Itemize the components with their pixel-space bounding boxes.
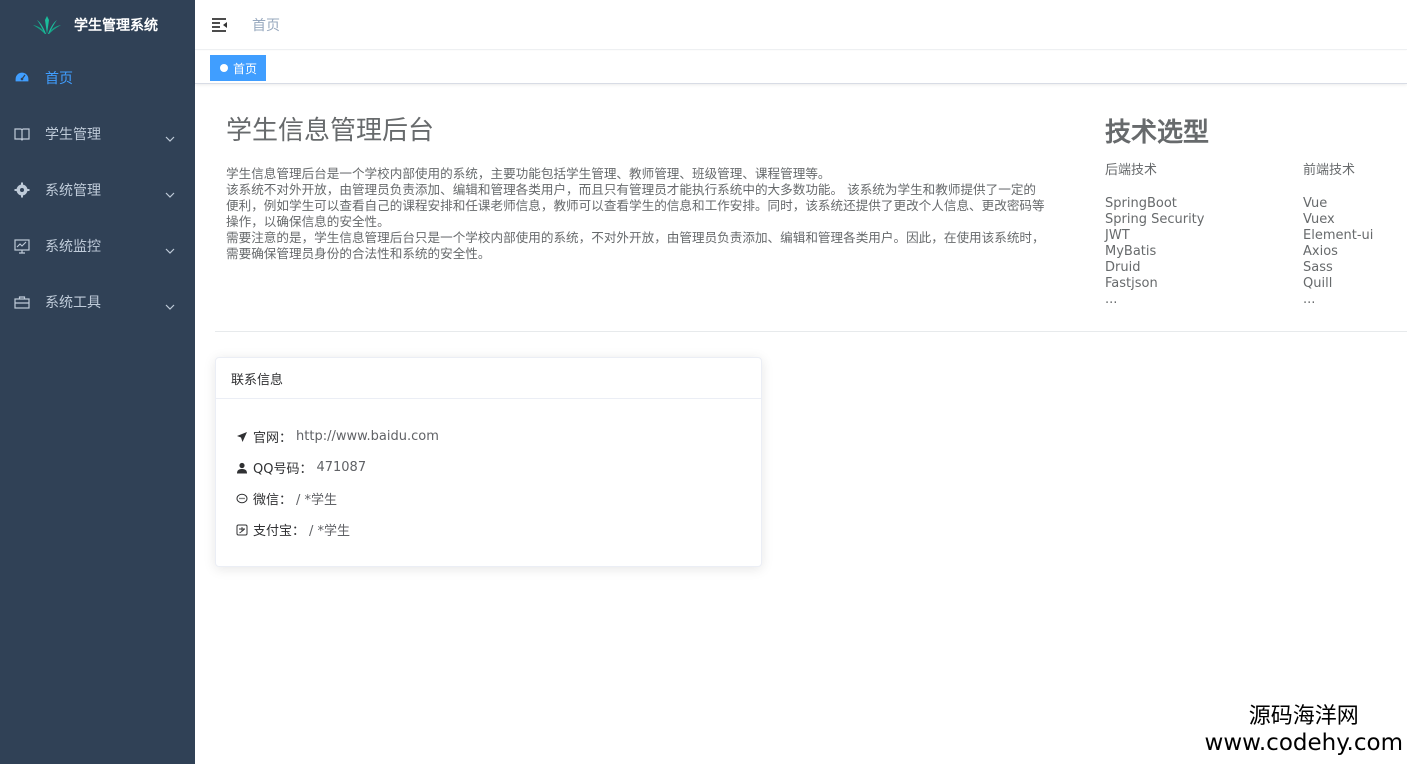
navbar: 首页 — [195, 0, 1407, 50]
list-item: Sass — [1303, 260, 1333, 275]
qq-number: 471087 — [316, 460, 367, 475]
sidebar-item-label: 首页 — [45, 71, 73, 87]
chevron-down-icon — [165, 298, 175, 310]
contact-qq: QQ号码： 471087 — [236, 452, 741, 483]
intro-paragraph: 学生信息管理后台是一个学校内部使用的系统，主要功能包括学生管理、教师管理、班级管… — [226, 166, 831, 181]
watermark-title: 源码海洋网 — [1248, 704, 1359, 729]
card-header: 联系信息 — [216, 358, 761, 399]
sidebar-logo[interactable]: 学生管理系统 — [0, 0, 195, 50]
contact-alipay: 支付宝： / *学生 — [236, 514, 741, 545]
list-item: Element-ui — [1303, 228, 1374, 243]
hamburger-icon[interactable] — [210, 15, 230, 35]
chevron-down-icon — [165, 186, 175, 198]
contact-label: 微信： — [253, 493, 293, 508]
sidebar-item-student[interactable]: 学生管理 — [0, 106, 195, 162]
tag-home[interactable]: 首页 — [210, 55, 267, 81]
sidebar-item-label: 系统监控 — [45, 239, 101, 255]
watermark-url: www.codehy.com — [1204, 730, 1403, 756]
tags-view: 首页 — [195, 51, 1407, 84]
list-item: ... — [1105, 292, 1118, 307]
list-item: Axios — [1303, 244, 1338, 259]
dashboard-icon — [14, 70, 30, 86]
list-item: JWT — [1105, 228, 1130, 243]
tag-active-dot — [220, 64, 228, 72]
section-divider — [215, 331, 1407, 332]
gear-icon — [14, 182, 30, 198]
sidebar: 学生管理系统 首页 学生管理 系统管理 系统监控 系统工具 — [0, 0, 195, 764]
intro-paragraph: 该系统不对外开放，由管理员负责添加、编辑和管理各类用户，而且只有管理员才能执行系… — [226, 182, 1045, 229]
breadcrumb[interactable]: 首页 — [252, 15, 280, 35]
list-item: Fastjson — [1105, 276, 1158, 291]
user-icon — [236, 462, 248, 474]
tag-label: 首页 — [233, 61, 258, 76]
chat-icon — [236, 493, 248, 505]
sidebar-item-label: 系统管理 — [45, 183, 101, 199]
app-title: 学生管理系统 — [74, 18, 158, 34]
sidebar-item-system[interactable]: 系统管理 — [0, 162, 195, 218]
contact-wechat: 微信： / *学生 — [236, 483, 741, 514]
monitor-icon — [14, 238, 30, 254]
contact-label: 支付宝： — [253, 524, 306, 539]
contact-label: 官网： — [253, 431, 293, 446]
send-icon — [236, 431, 248, 443]
frontend-tech-list: 前端技术 Vue Vuex Element-ui Axios Sass Quil… — [1303, 162, 1373, 308]
list-item: Quill — [1303, 276, 1333, 291]
chevron-down-icon — [165, 130, 175, 142]
sidebar-item-label: 系统工具 — [45, 295, 101, 311]
toolbox-icon — [14, 294, 30, 310]
list-item: MyBatis — [1105, 244, 1157, 259]
alipay-icon — [236, 524, 248, 536]
watermark: 源码海洋网 www.codehy.com — [1205, 704, 1403, 756]
contact-label: QQ号码： — [253, 462, 313, 477]
list-item: ... — [1303, 292, 1316, 307]
chevron-down-icon — [165, 242, 175, 254]
list-item: Spring Security — [1105, 212, 1205, 227]
contact-website: 官网： http://www.baidu.com — [236, 421, 741, 452]
sidebar-item-tools[interactable]: 系统工具 — [0, 274, 195, 330]
book-icon — [14, 126, 30, 142]
intro-title: 学生信息管理后台 — [226, 116, 435, 146]
list-item: SpringBoot — [1105, 196, 1177, 211]
list-item: Vuex — [1303, 212, 1335, 227]
logo-icon — [32, 14, 62, 36]
list-item: Druid — [1105, 260, 1141, 275]
intro-paragraph: 需要注意的是，学生信息管理后台只是一个学校内部使用的系统，不对外开放，由管理员负… — [226, 230, 1045, 261]
wechat-value: / *学生 — [296, 493, 338, 508]
sidebar-item-monitor[interactable]: 系统监控 — [0, 218, 195, 274]
backend-heading: 后端技术 — [1105, 163, 1158, 178]
tech-title: 技术选型 — [1105, 118, 1210, 148]
alipay-value: / *学生 — [309, 524, 351, 539]
website-link[interactable]: http://www.baidu.com — [296, 429, 439, 444]
intro-description: 学生信息管理后台是一个学校内部使用的系统，主要功能包括学生管理、教师管理、班级管… — [226, 166, 1048, 262]
list-item: Vue — [1303, 196, 1328, 211]
sidebar-item-label: 学生管理 — [45, 127, 101, 143]
sidebar-item-home[interactable]: 首页 — [0, 50, 195, 106]
frontend-heading: 前端技术 — [1303, 163, 1356, 178]
backend-tech-list: 后端技术 SpringBoot Spring Security JWT MyBa… — [1105, 162, 1204, 308]
contact-card: 联系信息 官网： http://www.baidu.com QQ号码： 4710… — [215, 357, 762, 567]
